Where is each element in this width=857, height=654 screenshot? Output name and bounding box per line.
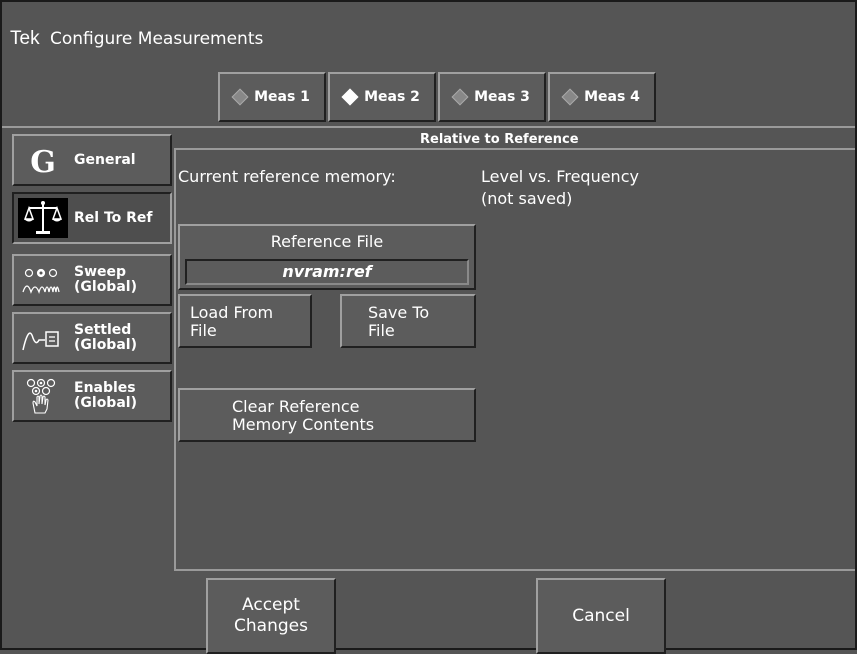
title-bar: Tek Configure Measurements xyxy=(10,28,263,54)
tab-label: Meas 1 xyxy=(254,89,310,105)
enables-icon xyxy=(18,376,68,416)
tab-meas-3[interactable]: Meas 3 xyxy=(438,72,546,122)
nav-general[interactable]: G General xyxy=(12,134,172,186)
tab-meas-4[interactable]: Meas 4 xyxy=(548,72,656,122)
cancel-button[interactable]: Cancel xyxy=(536,578,666,654)
panel-left-border xyxy=(174,148,176,570)
diamond-indicator-icon xyxy=(231,88,249,106)
nav-settled[interactable]: Settled (Global) xyxy=(12,312,172,364)
current-reference-note: (not saved) xyxy=(481,189,573,208)
panel-title: Relative to Reference xyxy=(420,132,579,147)
accept-changes-button[interactable]: Accept Changes xyxy=(206,578,336,654)
nav-label: Rel To Ref xyxy=(74,209,153,226)
nav-label: Sweep (Global) xyxy=(74,264,137,295)
nav-sweep[interactable]: Sweep (Global) xyxy=(12,254,172,306)
panel-title-divider xyxy=(176,148,855,150)
tab-label: Meas 2 xyxy=(364,89,420,105)
clear-reference-button[interactable]: Clear Reference Memory Contents xyxy=(178,388,476,442)
reference-file-field[interactable]: nvram:ref xyxy=(185,259,469,285)
header-divider xyxy=(2,126,855,128)
window-title: Configure Measurements xyxy=(49,29,264,49)
save-to-file-button[interactable]: Save To File xyxy=(340,294,476,348)
brand-logo: Tek xyxy=(10,28,40,49)
g-letter-icon: G xyxy=(18,140,68,180)
panel-bottom-divider xyxy=(174,569,855,571)
current-reference-value: Level vs. Frequency xyxy=(481,167,639,186)
settled-icon xyxy=(18,318,68,358)
current-reference-label: Current reference memory: xyxy=(178,167,396,186)
nav-label: General xyxy=(74,151,136,168)
nav-enables[interactable]: Enables (Global) xyxy=(12,370,172,422)
diamond-indicator-icon xyxy=(451,88,469,106)
scales-icon xyxy=(18,198,68,238)
tab-meas-2[interactable]: Meas 2 xyxy=(328,72,436,122)
tab-meas-1[interactable]: Meas 1 xyxy=(218,72,326,122)
diamond-indicator-icon xyxy=(561,88,579,106)
nav-rel-to-ref[interactable]: Rel To Ref xyxy=(12,192,172,244)
sweep-icon xyxy=(18,260,68,300)
nav-label: Settled (Global) xyxy=(74,322,137,353)
reference-file-group: Reference File nvram:ref xyxy=(178,224,476,290)
tab-label: Meas 4 xyxy=(584,89,640,105)
load-from-file-button[interactable]: Load From File xyxy=(178,294,312,348)
svg-text:G: G xyxy=(30,145,56,178)
nav-label: Enables (Global) xyxy=(74,380,137,411)
reference-file-label: Reference File xyxy=(270,232,384,251)
diamond-indicator-icon xyxy=(341,88,359,106)
tab-label: Meas 3 xyxy=(474,89,530,105)
